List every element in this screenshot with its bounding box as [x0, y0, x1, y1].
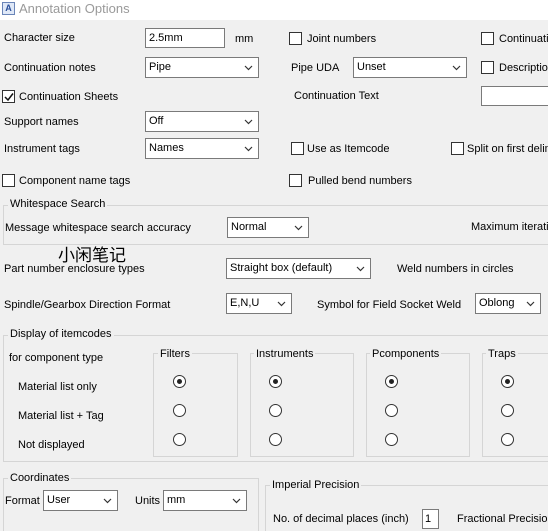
units-value: mm: [167, 494, 186, 506]
format-label: Format: [5, 495, 40, 507]
character-size-unit: mm: [235, 33, 254, 45]
field-socket-select[interactable]: Oblong: [475, 293, 541, 314]
enclosure-types-value: Straight box (default): [230, 262, 333, 274]
component-type-label: for component type: [9, 352, 104, 364]
pulled-bend-numbers-checkbox[interactable]: [289, 174, 302, 187]
continuation-notes-select[interactable]: Pipe: [145, 57, 259, 78]
pipe-uda-value: Unset: [357, 61, 386, 73]
spindle-format-select[interactable]: E,N,U: [226, 293, 292, 314]
spindle-format-value: E,N,U: [230, 297, 260, 309]
chevron-down-icon: [277, 301, 286, 307]
imperial-precision-title: Imperial Precision: [270, 479, 362, 491]
filters-subgroup: [153, 353, 238, 457]
joint-numbers-checkbox[interactable]: [289, 32, 302, 45]
chevron-down-icon: [232, 498, 241, 504]
itemcodes-group-title: Display of itemcodes: [8, 328, 114, 340]
app-icon: A: [2, 2, 15, 15]
traps-radio-material-list-only[interactable]: [501, 375, 514, 388]
instruments-radio-material-list-tag[interactable]: [269, 404, 282, 417]
pcomponents-radio-not-displayed[interactable]: [385, 433, 398, 446]
row-material-list-tag: Material list + Tag: [18, 410, 104, 422]
continuation-sheets-checkbox[interactable]: [2, 90, 15, 103]
component-name-tags-checkbox[interactable]: [2, 174, 15, 187]
support-names-select[interactable]: Off: [145, 111, 259, 132]
pcomponents-radio-material-list-tag[interactable]: [385, 404, 398, 417]
format-select[interactable]: User: [43, 490, 118, 511]
title-bar: A Annotation Options: [0, 0, 548, 20]
window-title: Annotation Options: [19, 1, 130, 16]
instruments-radio-not-displayed[interactable]: [269, 433, 282, 446]
component-name-tags-label: Component name tags: [19, 175, 131, 187]
continuation-notes-value: Pipe: [149, 61, 172, 73]
instrument-tags-select[interactable]: Names: [145, 138, 259, 159]
instrument-tags-value: Names: [149, 142, 184, 154]
filters-radio-not-displayed[interactable]: [173, 433, 186, 446]
chevron-down-icon: [244, 65, 253, 71]
pipe-uda-label: Pipe UDA: [291, 62, 340, 74]
search-accuracy-label: Message whitespace search accuracy: [5, 222, 191, 234]
decimal-places-input[interactable]: 1: [422, 509, 439, 529]
field-socket-label: Symbol for Field Socket Weld: [317, 299, 462, 311]
coordinates-title: Coordinates: [8, 472, 72, 484]
filters-title: Filters: [158, 348, 192, 360]
enclosure-types-label: Part number enclosure types: [4, 263, 145, 275]
pcomponents-subgroup: [366, 353, 470, 457]
continuation-text-label: Continuation Text: [294, 90, 379, 102]
continuation-sheets-label: Continuation Sheets: [19, 91, 119, 103]
checkmark-icon: [4, 93, 14, 102]
units-label: Units: [135, 495, 161, 507]
format-value: User: [47, 494, 71, 506]
description-cut-checkbox[interactable]: [481, 61, 494, 74]
weld-numbers-label: Weld numbers in circles: [397, 263, 514, 275]
chevron-down-icon: [244, 146, 253, 152]
use-as-itemcode-checkbox[interactable]: [291, 142, 304, 155]
pcomponents-radio-material-list-only[interactable]: [385, 375, 398, 388]
whitespace-search-title: Whitespace Search: [8, 198, 108, 210]
instruments-subgroup: [250, 353, 354, 457]
row-material-list-only: Material list only: [18, 381, 97, 393]
pipe-uda-select[interactable]: Unset: [353, 57, 467, 78]
support-names-label: Support names: [4, 116, 79, 128]
chevron-down-icon: [244, 119, 253, 125]
continuation-text-input[interactable]: [481, 86, 548, 106]
chevron-down-icon: [294, 225, 303, 231]
instruments-title: Instruments: [254, 348, 316, 360]
enclosure-types-select[interactable]: Straight box (default): [226, 258, 371, 279]
continuation-notes-label: Continuation notes: [4, 62, 96, 74]
spindle-format-label: Spindle/Gearbox Direction Format: [4, 299, 171, 311]
traps-radio-not-displayed[interactable]: [501, 433, 514, 446]
traps-subgroup: [482, 353, 548, 457]
field-socket-value: Oblong: [479, 297, 515, 309]
split-on-first-checkbox[interactable]: [451, 142, 464, 155]
filters-radio-material-list-only[interactable]: [173, 375, 186, 388]
support-names-value: Off: [149, 115, 164, 127]
chevron-down-icon: [356, 266, 365, 272]
traps-radio-material-list-tag[interactable]: [501, 404, 514, 417]
pcomponents-title: Pcomponents: [370, 348, 442, 360]
max-iterations-label: Maximum iterati: [471, 221, 548, 233]
description-cut-label: Descriptio: [499, 62, 548, 74]
instrument-tags-label: Instrument tags: [4, 143, 80, 155]
pulled-bend-numbers-label: Pulled bend numbers: [308, 175, 412, 187]
search-accuracy-value: Normal: [231, 221, 267, 233]
filters-radio-material-list-tag[interactable]: [173, 404, 186, 417]
chevron-down-icon: [526, 301, 535, 307]
traps-title: Traps: [486, 348, 518, 360]
character-size-input[interactable]: 2.5mm: [145, 28, 225, 48]
chevron-down-icon: [103, 498, 112, 504]
search-accuracy-select[interactable]: Normal: [227, 217, 309, 238]
split-on-first-label: Split on first delim: [467, 143, 548, 155]
instruments-radio-material-list-only[interactable]: [269, 375, 282, 388]
use-as-itemcode-label: Use as Itemcode: [307, 143, 390, 155]
chevron-down-icon: [452, 65, 461, 71]
character-size-label: Character size: [4, 32, 75, 44]
joint-numbers-label: Joint numbers: [307, 33, 377, 45]
units-select[interactable]: mm: [163, 490, 247, 511]
decimal-places-label: No. of decimal places (inch): [273, 513, 409, 525]
fractional-precision-label: Fractional Precisio: [457, 513, 548, 525]
continuation-cut-checkbox[interactable]: [481, 32, 494, 45]
row-not-displayed: Not displayed: [18, 439, 85, 451]
continuation-cut-label: Continuatio: [499, 33, 548, 45]
